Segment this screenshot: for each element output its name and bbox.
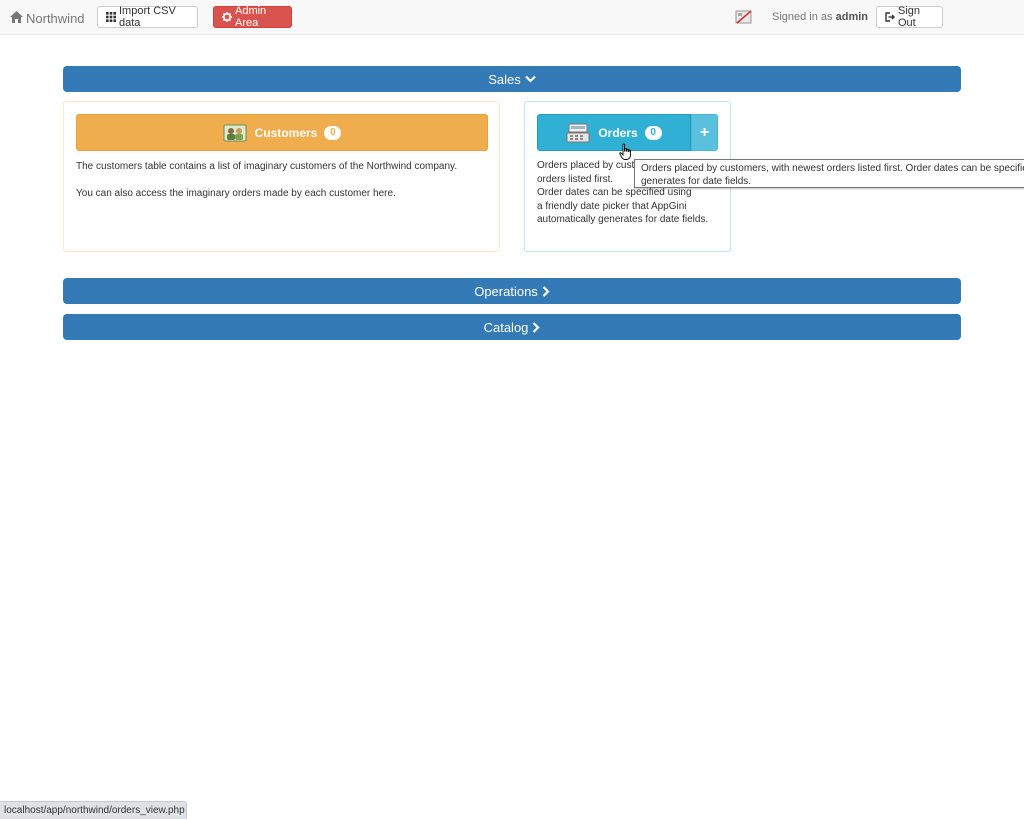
sign-out-icon (885, 12, 895, 22)
import-csv-label: Import CSV data (119, 5, 176, 29)
tooltip-line1: Orders placed by customers, with newest … (641, 163, 1024, 174)
brand-label: Northwind (26, 10, 85, 26)
customers-panel: Customers 0 The customers table contains… (63, 101, 500, 252)
top-navbar: Northwind Import CSV data Admin Area Sig… (0, 0, 1024, 35)
orders-table-button[interactable]: Orders 0 (537, 114, 691, 151)
hand-cursor-icon (619, 143, 633, 161)
section-operations-label: Operations (474, 283, 538, 299)
customers-icon (223, 124, 247, 142)
browser-status-bar: localhost/app/northwind/orders_view.php (0, 801, 187, 819)
add-order-button[interactable]: + (691, 114, 718, 151)
orders-tooltip: Orders placed by customers, with newest … (634, 159, 1024, 188)
admin-area-label: Admin Area (235, 5, 267, 29)
customers-table-button[interactable]: Customers 0 (76, 114, 488, 151)
chevron-right-icon (532, 321, 540, 333)
sign-out-label: Sign Out (898, 5, 921, 29)
plus-icon: + (699, 123, 710, 141)
orders-count-badge: 0 (644, 125, 662, 140)
signed-in-username: admin (835, 11, 869, 23)
orders-title: Orders (598, 125, 638, 140)
customers-desc-line1: The customers table contains a list of i… (76, 161, 458, 172)
broken-image-icon (735, 9, 753, 25)
orders-desc-l5: automatically generates for date fields. (537, 214, 709, 225)
orders-desc-l3: Order dates can be specified using (537, 187, 692, 198)
section-operations-toggle[interactable]: Operations (63, 278, 961, 304)
cog-icon (222, 12, 232, 22)
signed-in-prefix: Signed in as (772, 11, 833, 23)
import-csv-button[interactable]: Import CSV data (97, 5, 198, 29)
signed-in-text: Signed in as admin (772, 11, 868, 23)
customers-desc-line2: You can also access the imaginary orders… (76, 187, 396, 199)
orders-desc-l4: a friendly date picker that AppGini (537, 200, 687, 212)
tooltip-line2: generates for date fields. (641, 176, 752, 187)
section-catalog-toggle[interactable]: Catalog (63, 314, 961, 340)
home-icon (10, 10, 26, 26)
customers-title: Customers (254, 125, 318, 140)
brand-link[interactable]: Northwind (10, 9, 85, 27)
admin-area-button[interactable]: Admin Area (213, 5, 292, 29)
section-sales-toggle[interactable]: Sales (63, 66, 961, 92)
section-catalog-label: Catalog (483, 319, 529, 335)
status-url: localhost/app/northwind/orders_view.php (4, 805, 185, 816)
cash-register-icon (566, 123, 590, 143)
sign-out-button[interactable]: Sign Out (876, 5, 943, 29)
chevron-right-icon (542, 285, 550, 297)
customers-description: The customers table contains a list of i… (76, 160, 488, 213)
grid-icon (106, 12, 116, 22)
customers-count-badge: 0 (324, 125, 342, 140)
section-sales-label: Sales (488, 71, 521, 87)
chevron-down-icon (524, 75, 536, 83)
